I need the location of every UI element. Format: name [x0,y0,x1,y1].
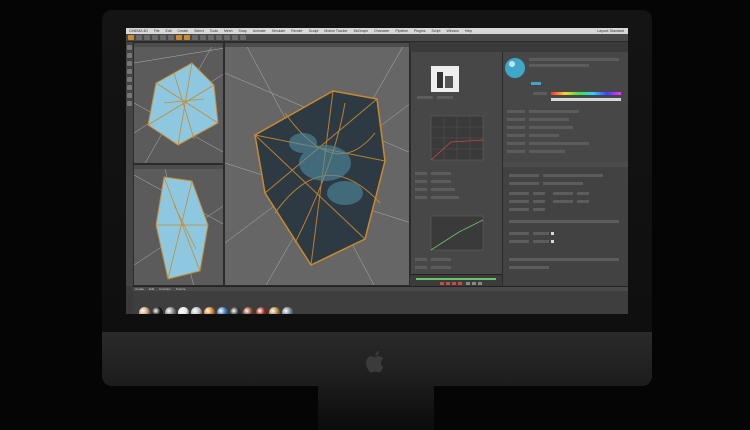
spline-icon[interactable] [200,35,206,40]
render-picture-icon[interactable] [184,35,190,40]
shader-editor-panel [410,52,502,286]
menu-item-edit[interactable]: Edit [166,29,172,33]
material-swatch-mat-steel[interactable] [282,307,293,314]
menu-item-character[interactable]: Character [374,29,389,33]
menu-item-motion-tracker[interactable]: Motion Tracker [324,29,347,33]
undo-tool-icon[interactable] [128,35,134,40]
attributes-panel [502,162,628,286]
menu-item-pipeline[interactable]: Pipeline [396,29,408,33]
material-swatch-mat-tan[interactable] [139,307,150,314]
material-swatch-mat-silver[interactable] [191,307,202,314]
menu-item-mesh[interactable]: Mesh [224,29,233,33]
material-swatch-mat-rust[interactable] [243,307,254,314]
menu-item-select[interactable]: Select [194,29,204,33]
material-swatch-mat-blue[interactable] [217,307,228,314]
menubar-layout-label[interactable]: Layout: Standard [597,29,628,33]
viewport-top-mesh [134,43,223,163]
object-manager-panel [502,52,628,162]
viewport-top[interactable] [133,42,224,164]
menu-item-window[interactable]: Window [446,29,458,33]
material-manager-header: Create Edit Function Texture [133,287,628,291]
menu-item-mograph[interactable]: MoGraph [354,29,369,33]
attributes-content [503,162,628,269]
material-tab-function[interactable]: Function [159,287,171,291]
scale-tool-icon[interactable] [160,35,166,40]
camera-icon[interactable] [232,35,238,40]
rotate-tool-icon[interactable] [168,35,174,40]
snap-icon[interactable] [127,93,132,98]
material-swatch-mat-black[interactable] [152,307,163,314]
menu-item-tools[interactable]: Tools [210,29,218,33]
deformer-icon[interactable] [224,35,230,40]
object-manager-content [505,58,621,153]
material-swatch-mat-gold[interactable] [269,307,280,314]
workplane-icon[interactable] [127,101,132,106]
menu-item-file[interactable]: File [154,29,160,33]
edges-mode-icon[interactable] [127,53,132,58]
viewport-front[interactable] [133,164,224,286]
points-mode-icon[interactable] [127,45,132,50]
move-tool-icon[interactable] [152,35,158,40]
model-mode-icon[interactable] [127,69,132,74]
apple-logo-icon [366,351,384,373]
axis-mode-icon[interactable] [127,85,132,90]
texture-mode-icon[interactable] [127,77,132,82]
material-swatch-mat-dark[interactable] [230,307,241,314]
cube-icon[interactable] [192,35,198,40]
material-tab-texture[interactable]: Texture [176,287,186,291]
shader-panel-content [415,66,484,269]
imac-stand [318,386,434,430]
viewport-front-header [134,165,223,169]
material-swatch-mat-red[interactable] [256,307,267,314]
menu-item-script[interactable]: Script [431,29,440,33]
viewport-perspective[interactable] [224,42,410,286]
render-view-icon[interactable] [176,35,182,40]
material-manager: Create Edit Function Texture [133,286,628,314]
viewport-top-header [134,43,223,47]
nurbs-icon[interactable] [208,35,214,40]
viewport-front-mesh [134,165,223,285]
material-swatch-mat-orange[interactable] [204,307,215,314]
menu-item-animate[interactable]: Animate [253,29,266,33]
menu-item-create[interactable]: Create [178,29,189,33]
polygons-mode-icon[interactable] [127,61,132,66]
material-tab-edit[interactable]: Edit [149,287,154,291]
light-icon[interactable] [240,35,246,40]
select-tool-icon[interactable] [144,35,150,40]
array-icon[interactable] [216,35,222,40]
menu-item-plugins[interactable]: Plugins [414,29,425,33]
material-swatch-mat-grey[interactable] [165,307,176,314]
menu-item-cinema-4d[interactable]: CINEMA 4D [129,29,148,33]
material-tab-create[interactable]: Create [135,287,144,291]
app-toolbar [126,34,628,42]
perspective-mesh [225,43,409,285]
menu-item-simulate[interactable]: Simulate [272,29,286,33]
menu-item-render[interactable]: Render [291,29,302,33]
menu-item-sculpt[interactable]: Sculpt [309,29,319,33]
screen: CINEMA 4D File Edit Create Select Tools Mesh Sn… [126,28,628,314]
redo-tool-icon[interactable] [136,35,142,40]
viewport-perspective-header [225,43,409,47]
material-swatch-mat-white[interactable] [178,307,189,314]
menu-item-snap[interactable]: Snap [239,29,247,33]
menu-item-help[interactable]: Help [465,29,472,33]
